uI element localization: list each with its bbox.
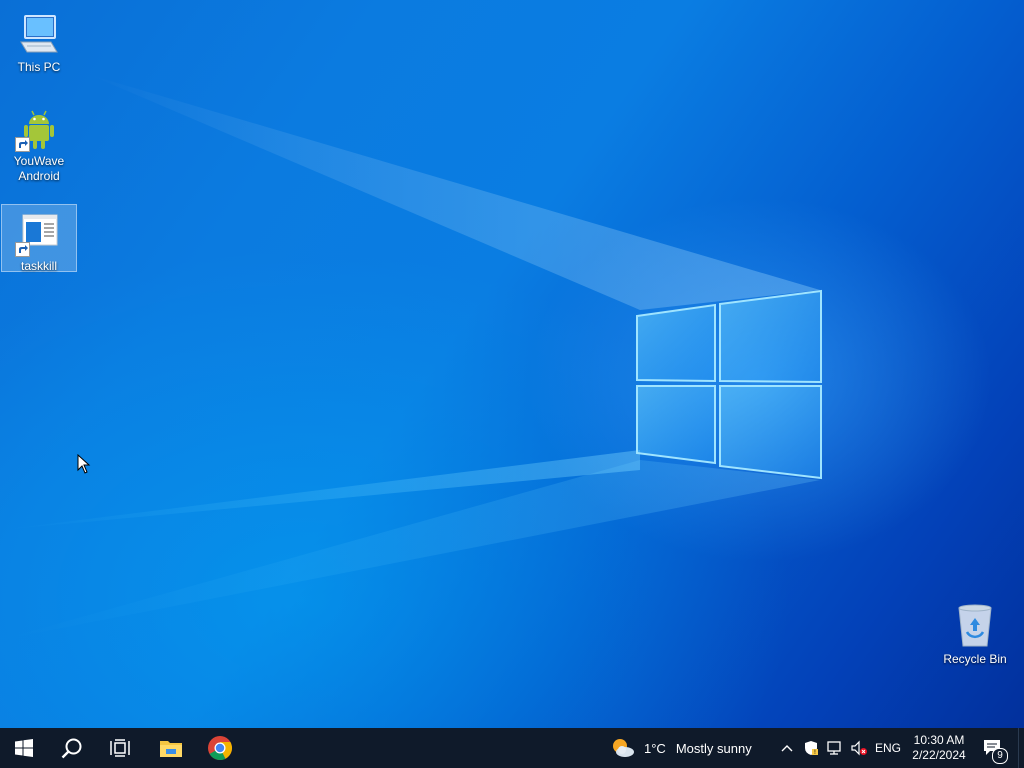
window-icon — [15, 209, 63, 257]
tray-volume[interactable] — [849, 728, 869, 768]
tray-network[interactable] — [825, 728, 845, 768]
weather-widget[interactable]: 1°C Mostly sunny — [610, 728, 770, 768]
android-icon — [15, 104, 63, 152]
desktop-icon-label: Recycle Bin — [943, 652, 1007, 666]
weather-temperature: 1°C — [644, 740, 666, 756]
show-hidden-icons-button[interactable] — [777, 728, 797, 768]
desktop-icon-label: taskkill — [20, 259, 57, 273]
clock-date: 2/22/2024 — [912, 748, 966, 762]
desktop-icon-youwave-android[interactable]: YouWave Android — [1, 100, 77, 186]
notification-count-badge: 9 — [992, 748, 1008, 764]
clock-time: 10:30 AM — [913, 733, 965, 747]
desktop-icon-label: YouWave Android — [13, 154, 65, 183]
windows-start-icon — [15, 739, 33, 757]
action-center-button[interactable]: 9 — [978, 728, 1008, 768]
language-indicator[interactable]: ENG — [872, 728, 904, 768]
partly-sunny-icon — [613, 739, 634, 757]
desktop[interactable]: This PC YouWave Android taskkill Recycle… — [0, 0, 1024, 728]
language-label: ENG — [874, 741, 901, 755]
windows-logo-wallpaper — [636, 289, 822, 480]
volume-muted-icon — [851, 740, 867, 756]
desktop-icon-this-pc[interactable]: This PC — [1, 6, 77, 74]
taskbar-file-explorer[interactable] — [147, 728, 195, 768]
shortcut-arrow-icon — [15, 137, 30, 152]
search-button[interactable] — [48, 728, 96, 768]
task-view-icon — [110, 739, 130, 757]
clock[interactable]: 10:30 AM 2/22/2024 — [906, 728, 972, 768]
taskbar: 1°C Mostly sunny ! ENG 10:30 AM 2/22/202… — [0, 728, 1024, 768]
mouse-pointer-icon — [77, 454, 91, 474]
task-view-button[interactable] — [96, 728, 144, 768]
weather-condition: Mostly sunny — [675, 740, 752, 756]
security-icon: ! — [805, 741, 818, 756]
chrome-icon — [208, 736, 233, 761]
network-icon — [827, 741, 841, 755]
tray-security[interactable]: ! — [801, 728, 821, 768]
desktop-icon-recycle-bin[interactable]: Recycle Bin — [937, 598, 1013, 668]
svg-text:!: ! — [814, 749, 816, 756]
taskbar-chrome[interactable] — [196, 728, 244, 768]
file-explorer-icon — [160, 741, 182, 757]
show-desktop-button[interactable] — [1018, 728, 1024, 768]
search-icon — [61, 738, 82, 759]
shortcut-arrow-icon — [15, 242, 30, 257]
this-pc-icon — [15, 10, 63, 58]
desktop-icon-label: This PC — [17, 60, 61, 74]
desktop-icon-taskkill[interactable]: taskkill — [1, 204, 77, 273]
start-button[interactable] — [0, 728, 48, 768]
recycle-bin-icon — [951, 602, 999, 650]
chevron-up-icon — [781, 745, 793, 752]
